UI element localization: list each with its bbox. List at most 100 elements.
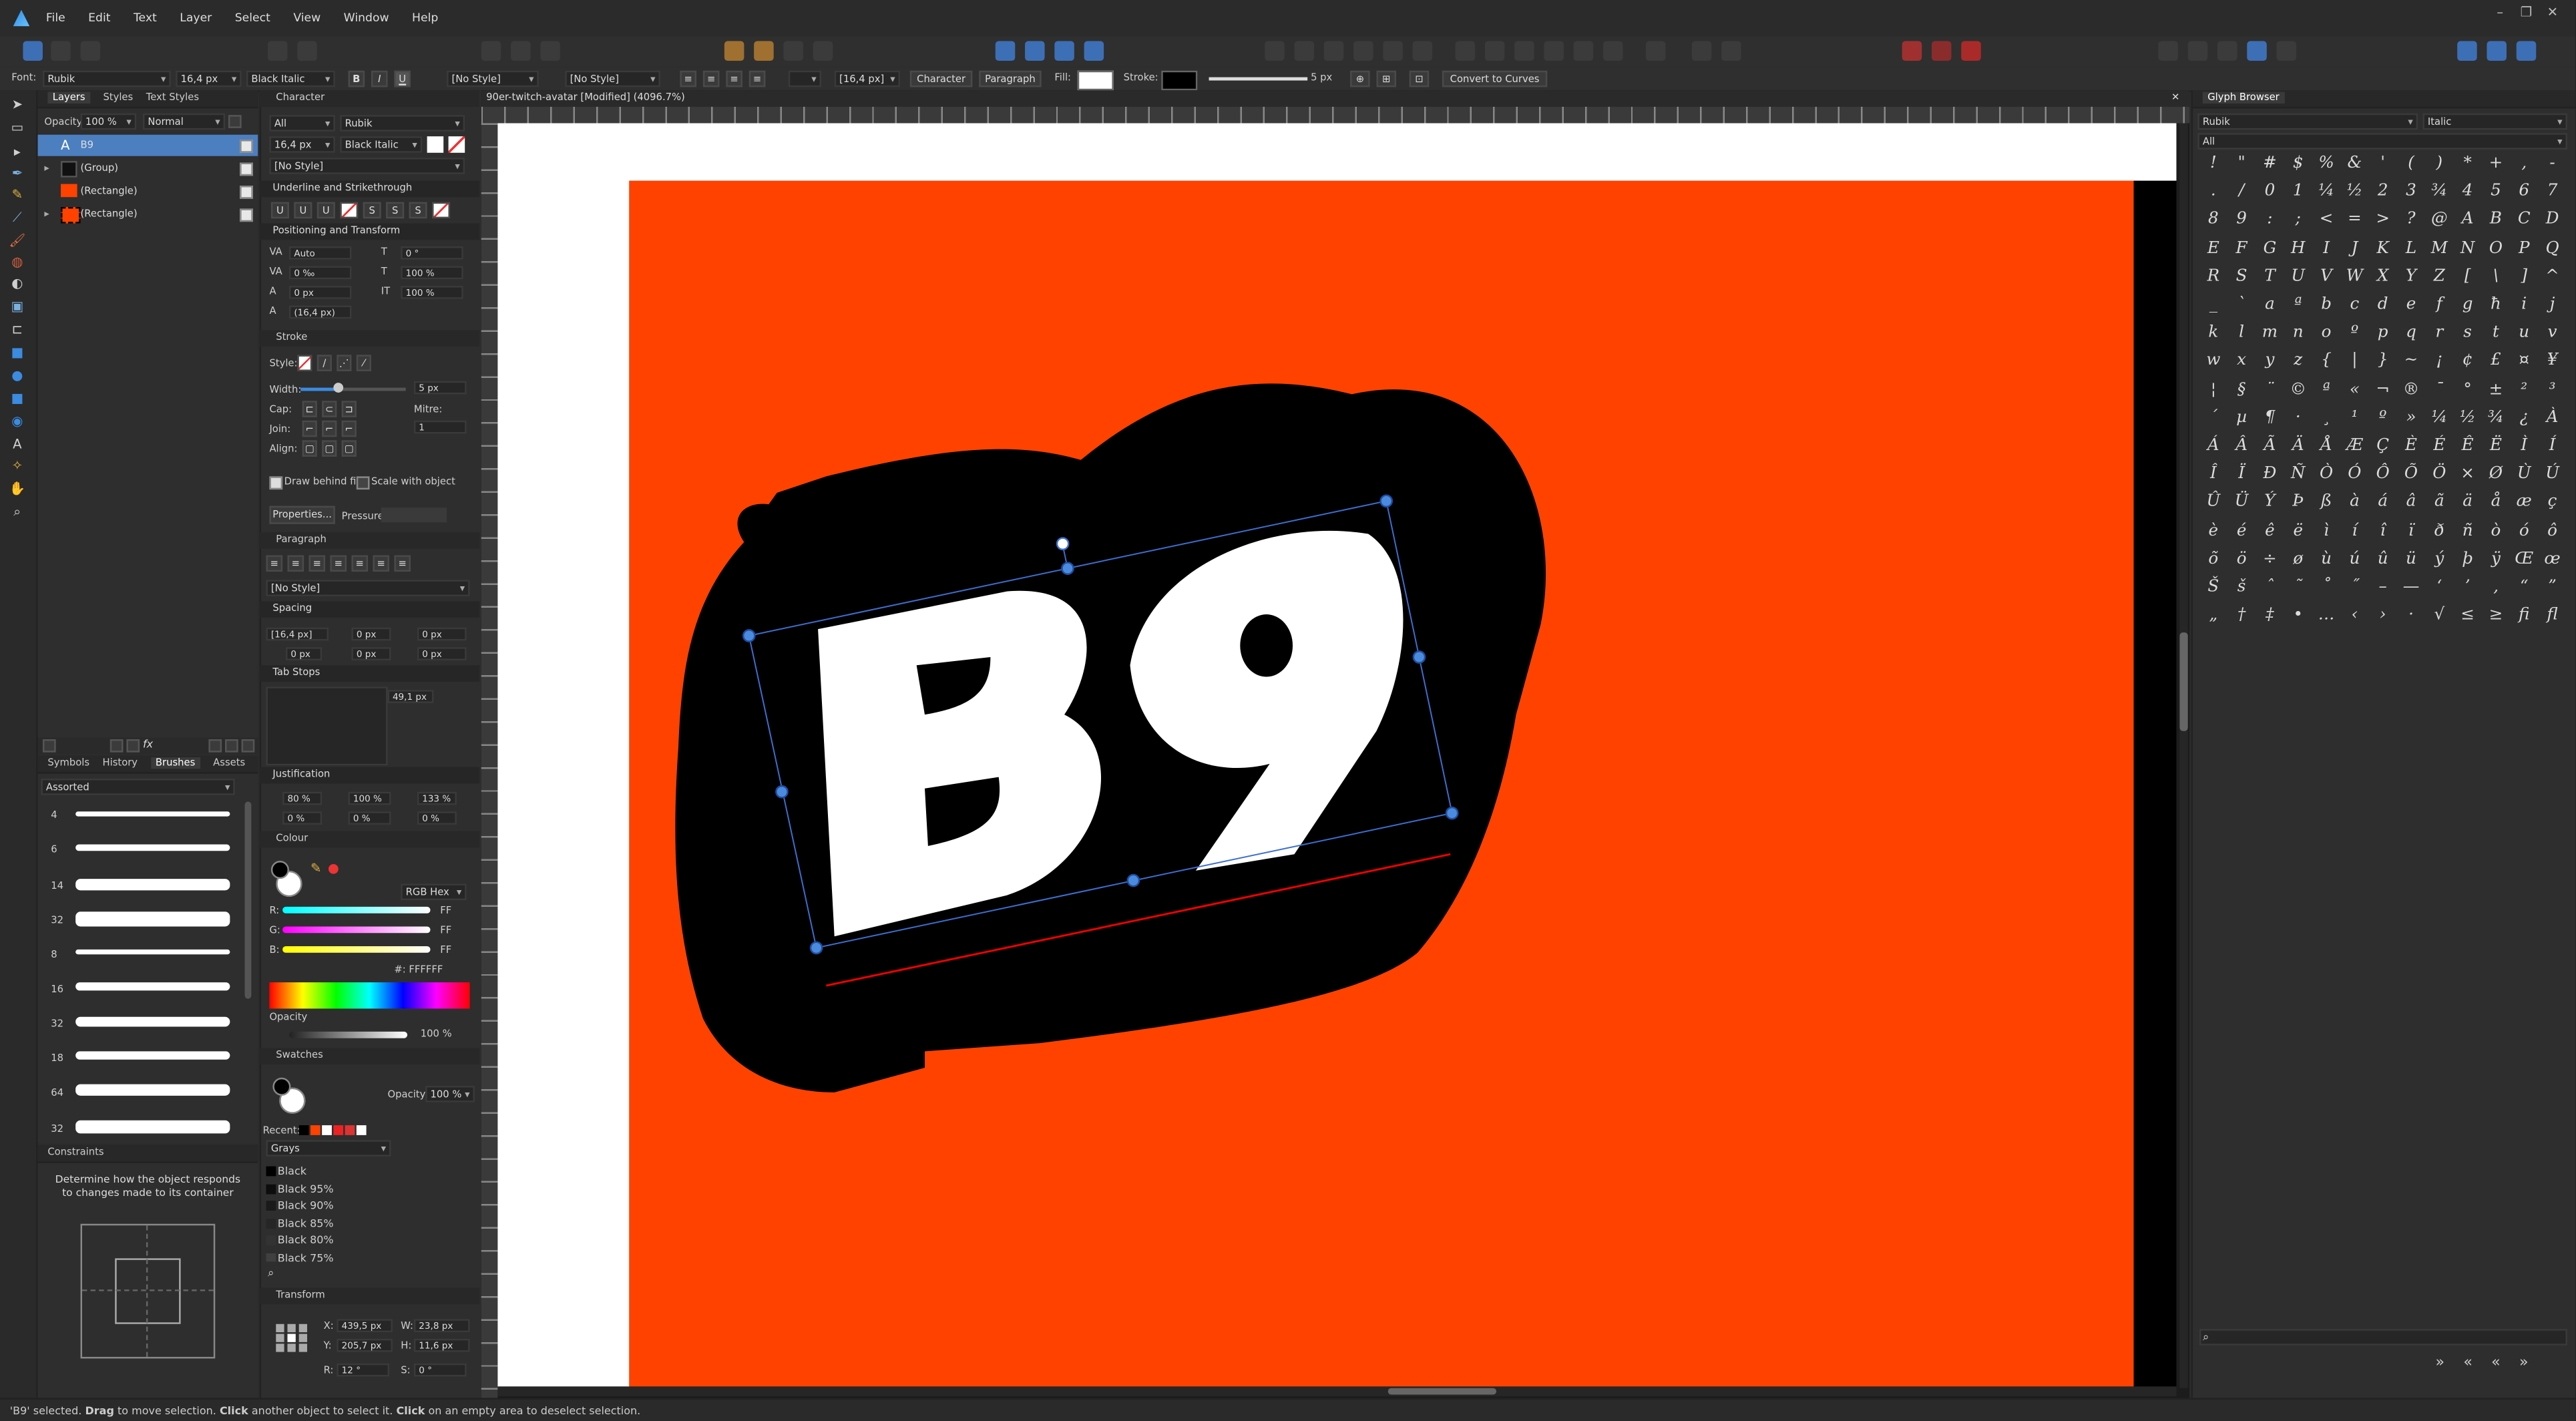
menu-layer[interactable]: Layer xyxy=(180,11,212,25)
join-miter-button[interactable]: ⌐ xyxy=(302,420,317,437)
glyph-cell[interactable]: Ñ xyxy=(2284,460,2312,488)
tab-stops-section[interactable]: Tab Stops xyxy=(259,665,480,682)
glyph-cell[interactable]: . xyxy=(2199,178,2227,206)
stroke-dash-button[interactable]: ⋰ xyxy=(337,355,352,371)
glyph-cell[interactable]: ˆ xyxy=(2256,574,2284,602)
settings-icon[interactable] xyxy=(2516,41,2537,61)
glyph-cell[interactable]: l xyxy=(2227,319,2256,347)
para-justify-all-button[interactable]: ≡ xyxy=(394,555,411,572)
glyph-cell[interactable]: w xyxy=(2199,347,2227,375)
glyph-cell[interactable]: ¨ xyxy=(2256,375,2284,403)
glyph-cell[interactable]: % xyxy=(2312,150,2340,178)
glyph-cell[interactable]: | xyxy=(2341,347,2369,375)
adjustment-icon[interactable] xyxy=(126,739,140,753)
glyph-cell[interactable]: s xyxy=(2454,319,2482,347)
vector-brush-icon[interactable]: ⟋ xyxy=(8,210,26,225)
glyph-cell[interactable]: C xyxy=(2510,206,2538,234)
letter-desired-field[interactable]: 0 % xyxy=(348,811,391,825)
glyph-cell[interactable]: r xyxy=(2425,319,2453,347)
letter-min-field[interactable]: 0 % xyxy=(282,811,323,825)
glyph-cell[interactable]: ä xyxy=(2454,489,2482,517)
designer-persona-icon[interactable] xyxy=(23,41,43,61)
brush-stroke[interactable] xyxy=(75,982,230,991)
vertical-ruler[interactable] xyxy=(481,123,498,1398)
scale-object-checkbox[interactable] xyxy=(356,476,370,490)
horizontal-scrollbar[interactable] xyxy=(497,1386,2177,1396)
glyph-cell[interactable]: \ xyxy=(2482,262,2510,290)
recent-swatch[interactable] xyxy=(333,1125,344,1135)
strike-double-button[interactable]: S xyxy=(386,202,405,219)
glyph-search-field[interactable] xyxy=(2199,1329,2567,1346)
snap-box-icon[interactable] xyxy=(511,41,531,61)
glyph-cell[interactable]: Œ xyxy=(2510,545,2538,573)
glyph-cell[interactable]: ‡ xyxy=(2256,602,2284,630)
view-mode-icon[interactable] xyxy=(2158,41,2178,61)
align-middle-icon[interactable] xyxy=(1383,41,1403,61)
expand-icon[interactable]: ▸ xyxy=(44,158,49,179)
glyph-cell[interactable]: x xyxy=(2227,347,2256,375)
glyph-cell[interactable]: ‘ xyxy=(2425,574,2453,602)
close-document-icon[interactable]: ✕ xyxy=(2171,90,2179,107)
rotation-field[interactable]: 12 ° xyxy=(337,1363,390,1377)
glyph-cell[interactable]: D xyxy=(2539,206,2567,234)
vertical-scrollbar[interactable] xyxy=(2179,123,2188,1388)
pressure-graph[interactable] xyxy=(381,508,447,523)
lock-layer-icon[interactable] xyxy=(228,115,242,128)
indent-right-field[interactable]: 0 px xyxy=(351,647,391,660)
glyph-cell[interactable]: 0 xyxy=(2256,178,2284,206)
leading-field[interactable]: (16,4 px) xyxy=(288,305,352,319)
para-justify-center-button[interactable]: ≡ xyxy=(351,555,369,572)
para-leading-field[interactable]: [16,4 px] xyxy=(266,627,329,641)
tab-history[interactable]: History xyxy=(103,757,138,769)
glyph-cell[interactable]: G xyxy=(2256,234,2284,262)
rotate-handle[interactable] xyxy=(1056,537,1070,551)
para-align-right-button[interactable]: ≡ xyxy=(308,555,326,572)
glyph-cell[interactable]: { xyxy=(2312,347,2340,375)
font-size-select[interactable]: 16,4 px xyxy=(176,70,242,87)
glyph-cell[interactable]: ! xyxy=(2199,150,2227,178)
snapping-options-icon[interactable] xyxy=(1931,41,1952,61)
paragraph-panel-button[interactable]: Paragraph xyxy=(979,70,1042,87)
character-style-select[interactable]: [No Style] xyxy=(447,70,539,87)
draw-behind-checkbox[interactable] xyxy=(269,476,283,490)
group-layers-icon[interactable] xyxy=(225,739,238,753)
align-top-icon[interactable] xyxy=(1353,41,1373,61)
glyph-cell[interactable]: S xyxy=(2227,262,2256,290)
stroke-solid-button[interactable]: / xyxy=(316,355,332,371)
constraints-diagram[interactable] xyxy=(80,1223,216,1359)
space-after-field[interactable]: 0 px xyxy=(417,627,467,641)
swatch-row[interactable]: Black xyxy=(266,1163,460,1181)
justify-text-button[interactable]: ≡ xyxy=(748,70,766,87)
glyph-cell[interactable]: T xyxy=(2256,262,2284,290)
glyph-cell[interactable]: @ xyxy=(2425,206,2453,234)
expand-icon[interactable]: ▸ xyxy=(44,204,49,225)
glyph-cell[interactable]: • xyxy=(2284,602,2312,630)
glyph-cell[interactable]: Y xyxy=(2397,262,2425,290)
swatch-opacity-select[interactable]: 100 % xyxy=(425,1086,475,1102)
flip-v-icon[interactable] xyxy=(1025,41,1045,61)
glyph-cell[interactable]: ‚ xyxy=(2482,574,2510,602)
glyph-cell[interactable]: é xyxy=(2227,517,2256,545)
color-spectrum[interactable] xyxy=(269,982,470,1009)
glyph-cell[interactable]: ¤ xyxy=(2510,347,2538,375)
text-fill-swatch[interactable] xyxy=(427,136,444,153)
glyph-cell[interactable]: â xyxy=(2397,489,2425,517)
glyph-cell[interactable]: ± xyxy=(2482,375,2510,403)
glyph-cell[interactable]: ã xyxy=(2425,489,2453,517)
glyph-cell[interactable]: ~ xyxy=(2397,347,2425,375)
tab-styles[interactable]: Styles xyxy=(103,92,133,104)
glyph-cell[interactable]: á xyxy=(2369,489,2397,517)
glyph-cell[interactable]: g xyxy=(2454,290,2482,319)
glyph-cell[interactable]: ﬂ xyxy=(2539,602,2567,630)
swatch-row[interactable]: Black 95% xyxy=(266,1181,460,1198)
glyph-cell[interactable]: Ò xyxy=(2312,460,2340,488)
glyph-cell[interactable]: × xyxy=(2454,460,2482,488)
strike-thick-button[interactable]: S xyxy=(409,202,427,219)
glyph-cell[interactable]: · xyxy=(2397,602,2425,630)
tab-stops-list[interactable] xyxy=(266,686,388,766)
horizontal-scroll-thumb[interactable] xyxy=(1387,1388,1497,1395)
glyph-cell[interactable]: n xyxy=(2284,319,2312,347)
glyph-cell[interactable]: ¡ xyxy=(2425,347,2453,375)
glyph-cell[interactable]: A xyxy=(2454,206,2482,234)
glyph-cell[interactable]: æ xyxy=(2510,489,2538,517)
